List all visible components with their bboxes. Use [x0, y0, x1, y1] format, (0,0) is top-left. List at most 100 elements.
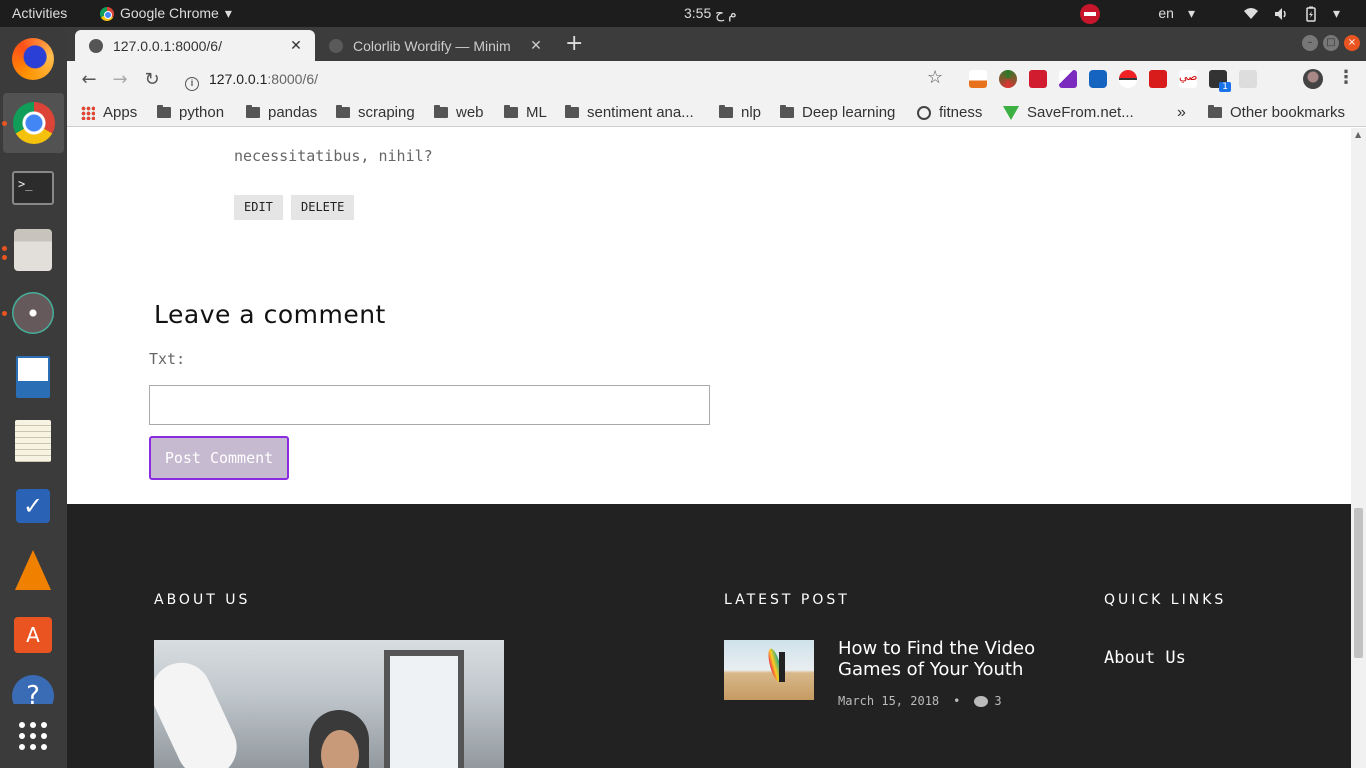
help-launcher[interactable]: ? — [8, 674, 58, 704]
url-path: :8000/6/ — [267, 71, 318, 87]
site-favicon-icon — [329, 38, 343, 53]
pokeball-extension-icon[interactable] — [1119, 70, 1137, 88]
comment-textarea[interactable] — [149, 385, 710, 425]
minimize-button[interactable]: – — [1302, 35, 1318, 51]
profile-avatar[interactable] — [1303, 69, 1323, 89]
terminal-launcher[interactable]: >_ — [8, 163, 58, 213]
bookmark-folder-web[interactable]: web — [434, 98, 484, 127]
media-extension-icon[interactable] — [1029, 70, 1047, 88]
address-bar[interactable]: i 127.0.0.1:8000/6/ — [175, 65, 955, 94]
download-icon[interactable] — [969, 70, 987, 88]
close-window-button[interactable]: × — [1344, 35, 1360, 51]
running-indicator — [2, 255, 7, 260]
back-button[interactable]: ← — [76, 67, 102, 93]
battery-icon — [1303, 6, 1319, 22]
edit-button[interactable]: EDIT — [234, 195, 283, 220]
bookmark-label: pandas — [268, 104, 318, 121]
arabic-extension-icon[interactable]: صي — [1179, 70, 1198, 88]
bookmark-folder-ml[interactable]: ML — [504, 98, 547, 127]
bookmark-apps[interactable]: Apps — [81, 98, 137, 127]
tab-title: Colorlib Wordify — Minim — [353, 37, 511, 54]
show-applications-button[interactable] — [8, 711, 58, 761]
bookmark-label: python — [179, 104, 225, 121]
tab-colorlib[interactable]: Colorlib Wordify — Minim ✕ — [315, 30, 555, 61]
bookmark-folder-scraping[interactable]: scraping — [336, 98, 415, 127]
grid-extension-icon[interactable] — [1239, 70, 1257, 88]
close-icon[interactable]: ✕ — [525, 37, 547, 54]
folder-icon — [246, 105, 260, 118]
files-launcher[interactable] — [8, 225, 58, 275]
document-icon — [16, 356, 50, 398]
atom-launcher[interactable] — [8, 288, 58, 338]
bookmark-folder-python[interactable]: python — [157, 98, 224, 127]
chevron-down-icon: ▾ — [224, 5, 232, 21]
bookmark-star-icon[interactable]: ☆ — [927, 67, 943, 88]
file-cabinet-icon — [14, 229, 52, 271]
bookmark-label: ML — [526, 104, 547, 121]
quick-link-about-us[interactable]: About Us — [1104, 648, 1186, 668]
folder-icon — [780, 105, 794, 118]
bookmark-fitness[interactable]: fitness — [917, 98, 982, 127]
folder-icon — [504, 105, 518, 118]
app-menu[interactable]: Google Chrome ▾ — [100, 0, 232, 27]
post-comment-button[interactable]: Post Comment — [149, 436, 289, 480]
delete-button[interactable]: DELETE — [291, 195, 355, 220]
app-grid-icon — [19, 722, 47, 750]
writer-launcher[interactable] — [8, 352, 58, 402]
close-icon[interactable]: ✕ — [285, 37, 307, 54]
bookmark-folder-pandas[interactable]: pandas — [246, 98, 317, 127]
bookmark-folder-deep-learning[interactable]: Deep learning — [780, 98, 895, 127]
activities-button[interactable]: Activities — [12, 0, 67, 27]
language-indicator[interactable]: en — [1158, 0, 1174, 27]
reload-button[interactable]: ↻ — [139, 67, 165, 93]
extension-icons: صي 1 — [969, 70, 1257, 92]
chrome-icon — [12, 102, 55, 144]
atom-icon — [12, 292, 54, 334]
help-icon: ? — [12, 675, 54, 704]
forward-button[interactable]: → — [107, 67, 133, 93]
bookmark-label: Apps — [103, 104, 138, 121]
latest-post-thumbnail[interactable] — [724, 640, 814, 700]
terminal-icon: >_ — [12, 171, 54, 205]
page-scrollbar[interactable]: ▲ — [1351, 128, 1366, 768]
post-body-text: necessitatibus, nihil? — [234, 147, 433, 165]
latest-post-title[interactable]: How to Find the Video Games of Your Yout… — [838, 638, 1048, 680]
info-icon[interactable]: i — [185, 77, 199, 91]
app-menu-label: Google Chrome — [120, 5, 219, 21]
extension-badge: 1 — [1219, 82, 1231, 92]
bookmark-label: web — [456, 104, 484, 121]
eyedropper-extension-icon[interactable] — [1059, 70, 1077, 88]
target-extension-icon[interactable] — [1089, 70, 1107, 88]
software-launcher[interactable]: A — [8, 610, 58, 660]
scroll-up-arrow-icon[interactable]: ▲ — [1355, 130, 1361, 139]
red-arrow-extension-icon[interactable] — [1149, 70, 1167, 88]
folder-icon — [565, 105, 579, 118]
clock[interactable]: 3:55 م ح — [684, 0, 737, 27]
tasks-launcher[interactable]: ✓ — [8, 481, 58, 531]
cube-extension-icon[interactable]: 1 — [1209, 70, 1231, 92]
scroll-thumb[interactable] — [1354, 508, 1363, 658]
firefox-launcher[interactable] — [8, 34, 58, 84]
vlc-launcher[interactable] — [8, 545, 58, 595]
bookmark-folder-other[interactable]: Other bookmarks — [1208, 98, 1345, 127]
footer-about-heading: ABOUT US — [154, 592, 251, 608]
text-editor-launcher[interactable] — [8, 416, 58, 466]
bookmark-savefrom[interactable]: SaveFrom.net... — [1003, 98, 1134, 127]
window-controls: – □ × — [1302, 35, 1360, 51]
chrome-menu-button[interactable]: ⋮ — [1337, 67, 1355, 88]
tab-active[interactable]: 127.0.0.1:8000/6/ ✕ — [75, 30, 315, 61]
status-area[interactable]: en ▾ ▾ — [1080, 0, 1366, 27]
bookmark-folder-nlp[interactable]: nlp — [719, 98, 761, 127]
new-tab-button[interactable]: + — [565, 31, 583, 57]
chrome-launcher[interactable] — [3, 93, 64, 153]
chevron-down-icon[interactable]: ▾ — [1333, 0, 1340, 27]
globe-extension-icon[interactable] — [999, 70, 1017, 88]
traffic-cone-icon — [15, 550, 51, 590]
checkbox-icon: ✓ — [16, 489, 50, 523]
bookmarks-overflow-button[interactable]: » — [1177, 98, 1186, 127]
maximize-button[interactable]: □ — [1323, 35, 1339, 51]
do-not-disturb-icon[interactable] — [1080, 3, 1101, 24]
tab-title: 127.0.0.1:8000/6/ — [113, 37, 222, 54]
shopping-bag-icon: A — [14, 617, 52, 653]
bookmark-folder-sentiment[interactable]: sentiment ana... — [565, 98, 694, 127]
